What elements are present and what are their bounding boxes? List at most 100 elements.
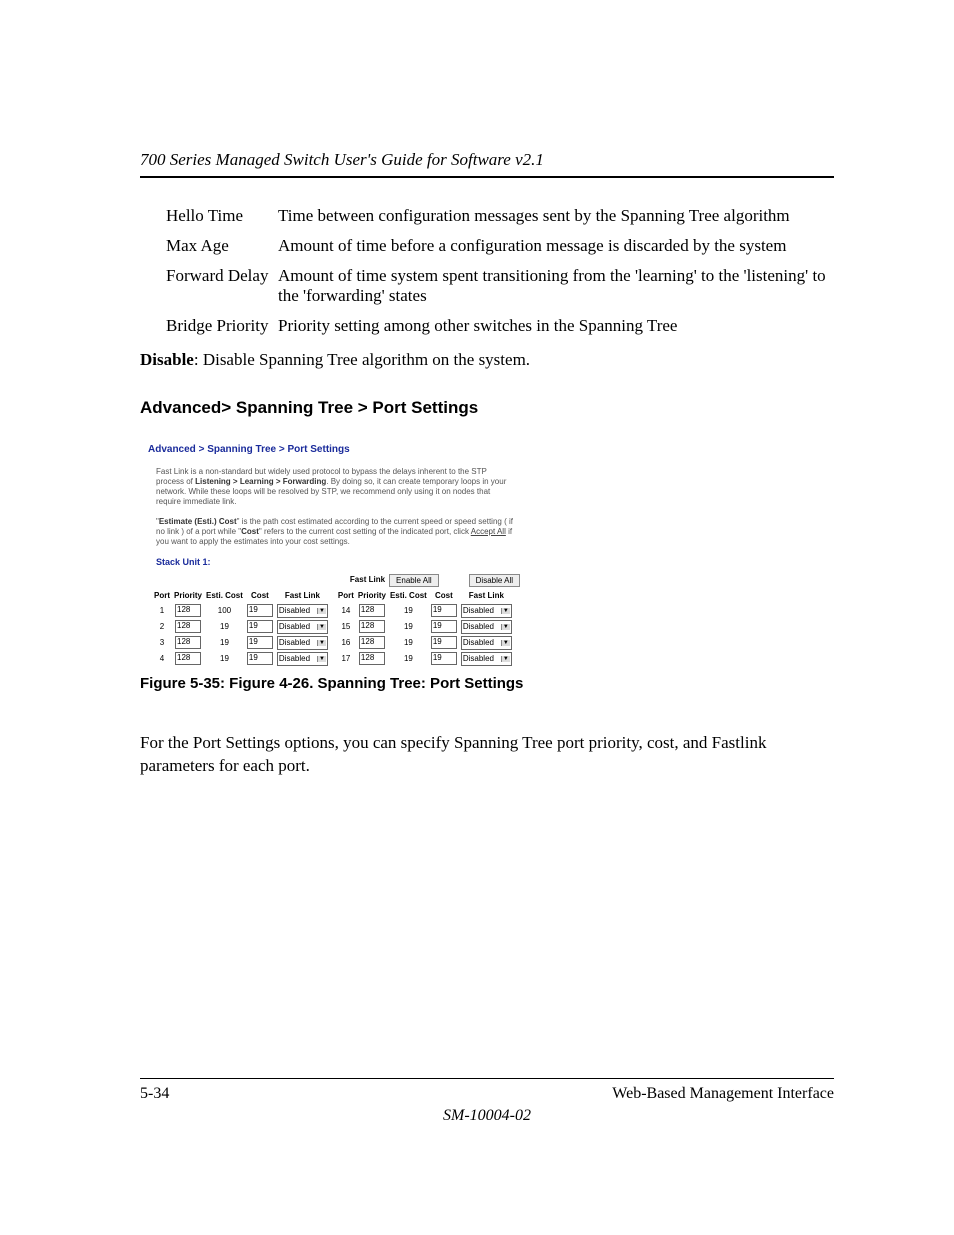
cost-input[interactable]: 19 xyxy=(431,604,457,617)
table-header-row: Port Priority Esti. Cost Cost Fast Link xyxy=(152,589,330,603)
text-bold: Cost xyxy=(241,527,259,536)
running-header: 700 Series Managed Switch User's Guide f… xyxy=(140,150,834,170)
definition-row: Forward Delay Amount of time system spen… xyxy=(166,266,834,306)
cell-port: 2 xyxy=(152,619,172,635)
definition-desc: Time between configuration messages sent… xyxy=(278,206,834,226)
text-bold: Estimate (Esti.) Cost xyxy=(159,517,237,526)
cost-input[interactable]: 19 xyxy=(247,604,273,617)
col-port: Port xyxy=(152,589,172,603)
priority-input[interactable]: 128 xyxy=(175,604,201,617)
cell-esti-cost: 19 xyxy=(388,651,429,667)
definition-term: Forward Delay xyxy=(166,266,278,306)
definition-desc: Priority setting among other switches in… xyxy=(278,316,834,336)
cell-esti-cost: 19 xyxy=(388,619,429,635)
stack-unit-label: Stack Unit 1: xyxy=(148,557,524,568)
section-heading: Advanced> Spanning Tree > Port Settings xyxy=(140,398,834,418)
col-cost: Cost xyxy=(429,589,459,603)
disable-label: Disable xyxy=(140,350,194,369)
chevron-down-icon: ▼ xyxy=(501,608,510,614)
header-rule xyxy=(140,176,834,178)
fastlink-select[interactable]: Disabled▼ xyxy=(461,636,512,650)
text-bold: Listening > Learning > Forwarding xyxy=(195,477,326,486)
fastlink-toolbar: Fast Link Enable All Disable All xyxy=(148,574,524,589)
cell-esti-cost: 19 xyxy=(204,651,245,667)
cost-input[interactable]: 19 xyxy=(247,620,273,633)
chevron-down-icon: ▼ xyxy=(317,640,326,646)
cell-esti-cost: 100 xyxy=(204,603,245,619)
cost-input[interactable]: 19 xyxy=(431,652,457,665)
table-header-row: Port Priority Esti. Cost Cost Fast Link xyxy=(336,589,514,603)
cost-input[interactable]: 19 xyxy=(431,620,457,633)
col-fastlink: Fast Link xyxy=(459,589,514,603)
body-paragraph: For the Port Settings options, you can s… xyxy=(140,732,834,778)
definition-term: Bridge Priority xyxy=(166,316,278,336)
chevron-down-icon: ▼ xyxy=(501,656,510,662)
definition-row: Hello Time Time between configuration me… xyxy=(166,206,834,226)
fastlink-select[interactable]: Disabled▼ xyxy=(277,620,328,634)
cell-port: 4 xyxy=(152,651,172,667)
table-row: 151281919Disabled▼ xyxy=(336,619,514,635)
cell-esti-cost: 19 xyxy=(388,603,429,619)
cost-input[interactable]: 19 xyxy=(247,652,273,665)
table-row: 141281919Disabled▼ xyxy=(336,603,514,619)
table-row: 161281919Disabled▼ xyxy=(336,635,514,651)
fastlink-label: Fast Link xyxy=(350,575,385,585)
priority-input[interactable]: 128 xyxy=(359,652,385,665)
text: " refers to the current cost setting of … xyxy=(259,527,471,536)
footer-doc-id: SM-10004-02 xyxy=(140,1107,834,1125)
fastlink-select[interactable]: Disabled▼ xyxy=(461,604,512,618)
priority-input[interactable]: 128 xyxy=(175,652,201,665)
screenshot-paragraph: "Estimate (Esti.) Cost" is the path cost… xyxy=(148,517,524,547)
fastlink-select[interactable]: Disabled▼ xyxy=(277,636,328,650)
figure-caption: Figure 5-35: Figure 4-26. Spanning Tree:… xyxy=(140,675,834,692)
fastlink-select[interactable]: Disabled▼ xyxy=(277,604,328,618)
col-priority: Priority xyxy=(356,589,388,603)
figure-container: Advanced > Spanning Tree > Port Settings… xyxy=(140,436,834,692)
table-row: 31281919Disabled▼ xyxy=(152,635,330,651)
cost-input[interactable]: 19 xyxy=(431,636,457,649)
col-fastlink: Fast Link xyxy=(275,589,330,603)
cell-port: 14 xyxy=(336,603,356,619)
definition-desc: Amount of time system spent transitionin… xyxy=(278,266,834,306)
cell-port: 17 xyxy=(336,651,356,667)
definition-row: Bridge Priority Priority setting among o… xyxy=(166,316,834,336)
cell-port: 15 xyxy=(336,619,356,635)
footer-rule xyxy=(140,1078,834,1079)
col-esti-cost: Esti. Cost xyxy=(204,589,245,603)
chevron-down-icon: ▼ xyxy=(317,608,326,614)
cell-port: 3 xyxy=(152,635,172,651)
col-cost: Cost xyxy=(245,589,275,603)
col-port: Port xyxy=(336,589,356,603)
port-table-left: Port Priority Esti. Cost Cost Fast Link … xyxy=(152,589,330,667)
fastlink-select[interactable]: Disabled▼ xyxy=(461,620,512,634)
cell-esti-cost: 19 xyxy=(204,635,245,651)
priority-input[interactable]: 128 xyxy=(359,620,385,633)
disable-line: Disable: Disable Spanning Tree algorithm… xyxy=(140,350,834,370)
cost-input[interactable]: 19 xyxy=(247,636,273,649)
chevron-down-icon: ▼ xyxy=(317,656,326,662)
priority-input[interactable]: 128 xyxy=(175,620,201,633)
screenshot-paragraph: Fast Link is a non-standard but widely u… xyxy=(148,467,524,507)
table-row: 41281919Disabled▼ xyxy=(152,651,330,667)
col-priority: Priority xyxy=(172,589,204,603)
cell-port: 1 xyxy=(152,603,172,619)
priority-input[interactable]: 128 xyxy=(359,636,385,649)
priority-input[interactable]: 128 xyxy=(175,636,201,649)
table-row: 112810019 Disabled▼ xyxy=(152,603,330,619)
priority-input[interactable]: 128 xyxy=(359,604,385,617)
cell-esti-cost: 19 xyxy=(388,635,429,651)
accept-all-link[interactable]: Accept All xyxy=(471,527,506,536)
screenshot-title: Advanced > Spanning Tree > Port Settings xyxy=(148,444,524,457)
definition-desc: Amount of time before a configuration me… xyxy=(278,236,834,256)
port-table-right: Port Priority Esti. Cost Cost Fast Link … xyxy=(336,589,514,667)
page-number: 5-34 xyxy=(140,1085,169,1103)
fastlink-select[interactable]: Disabled▼ xyxy=(277,652,328,666)
disable-all-button[interactable]: Disable All xyxy=(469,574,520,587)
fastlink-select[interactable]: Disabled▼ xyxy=(461,652,512,666)
chevron-down-icon: ▼ xyxy=(317,624,326,630)
enable-all-button[interactable]: Enable All xyxy=(389,574,439,587)
page-footer: 5-34 Web-Based Management Interface SM-1… xyxy=(140,1078,834,1125)
port-settings-table: Port Priority Esti. Cost Cost Fast Link … xyxy=(148,589,524,667)
chevron-down-icon: ▼ xyxy=(501,640,510,646)
footer-section: Web-Based Management Interface xyxy=(612,1085,834,1103)
